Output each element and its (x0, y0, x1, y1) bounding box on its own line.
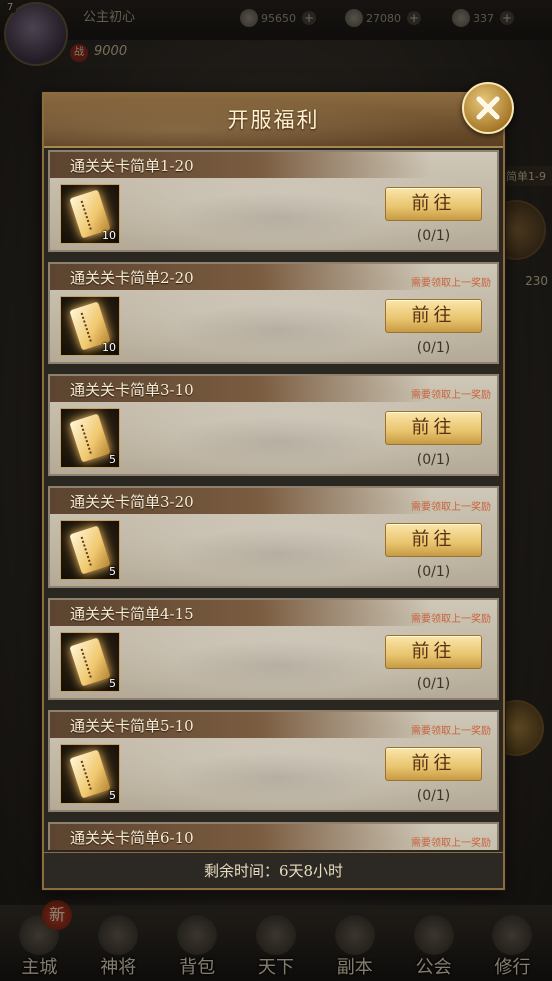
card-note: 需要领取上一奖励 (411, 278, 491, 289)
card-title: 通关关卡简单2-20 (70, 269, 194, 287)
reward-item-slot[interactable]: 10 (60, 184, 120, 244)
card-title-bar: 通关关卡简单3-20 (50, 488, 430, 514)
reward-count: 5 (109, 789, 116, 802)
card-title-bar: 通关关卡简单2-20 (50, 264, 430, 290)
scroll-icon (69, 525, 111, 575)
card-title: 通关关卡简单3-10 (70, 381, 194, 399)
card-note: 需要领取上一奖励 (411, 726, 491, 737)
modal-footer: 剩余时间：6天8小时 (44, 852, 503, 887)
card-title-bar: 通关关卡简单3-10 (50, 376, 430, 402)
progress-text: (0/1) (416, 676, 451, 692)
reward-count: 5 (109, 677, 116, 690)
progress-text: (0/1) (416, 564, 451, 580)
go-button[interactable]: 前往 (385, 299, 482, 333)
progress-text: (0/1) (416, 228, 451, 244)
card-title: 通关关卡简单4-15 (70, 605, 194, 623)
go-button[interactable]: 前往 (385, 411, 482, 445)
scroll-icon (69, 413, 111, 463)
reward-card: 通关关卡简单1-20 10 前往 (0/1) (48, 150, 499, 252)
card-title: 通关关卡简单5-10 (70, 717, 194, 735)
progress-text: (0/1) (416, 340, 451, 356)
reward-count: 5 (109, 565, 116, 578)
remaining-time: 剩余时间：6天8小时 (203, 862, 344, 880)
reward-card: 通关关卡简单5-10 需要领取上一奖励 5 前往 (0/1) (48, 710, 499, 812)
modal-header: 开服福利 (44, 94, 503, 148)
reward-card: 通关关卡简单2-20 需要领取上一奖励 10 前往 (0/1) (48, 262, 499, 364)
card-note: 需要领取上一奖励 (411, 502, 491, 513)
card-title-bar: 通关关卡简单5-10 (50, 712, 430, 738)
reward-count: 5 (109, 453, 116, 466)
card-title-bar: 通关关卡简单1-20 (50, 152, 430, 178)
reward-card: 通关关卡简单3-10 需要领取上一奖励 5 前往 (0/1) (48, 374, 499, 476)
server-welfare-modal: 开服福利 通关关卡简单1-20 10 前往 (0/1) 通关关卡简单2-20 需… (42, 82, 514, 890)
scroll-icon (69, 749, 111, 799)
go-button[interactable]: 前往 (385, 187, 482, 221)
go-button[interactable]: 前往 (385, 523, 482, 557)
card-note: 需要领取上一奖励 (411, 390, 491, 401)
card-note: 需要领取上一奖励 (411, 614, 491, 625)
modal-title: 开服福利 (227, 108, 320, 132)
reward-count: 10 (102, 341, 116, 354)
reward-item-slot[interactable]: 10 (60, 296, 120, 356)
reward-list[interactable]: 通关关卡简单1-20 10 前往 (0/1) 通关关卡简单2-20 需要领取上一… (48, 150, 499, 850)
reward-item-slot[interactable]: 5 (60, 632, 120, 692)
card-title: 通关关卡简单1-20 (70, 157, 194, 175)
go-button[interactable]: 前往 (385, 747, 482, 781)
reward-count: 10 (102, 229, 116, 242)
close-icon (476, 96, 500, 120)
reward-item-slot[interactable]: 5 (60, 408, 120, 468)
progress-text: (0/1) (416, 452, 451, 468)
card-title-bar: 通关关卡简单4-15 (50, 600, 430, 626)
close-button[interactable] (462, 82, 514, 134)
progress-text: (0/1) (416, 788, 451, 804)
scroll-icon (69, 637, 111, 687)
reward-card: 通关关卡简单3-20 需要领取上一奖励 5 前往 (0/1) (48, 486, 499, 588)
card-title: 通关关卡简单3-20 (70, 493, 194, 511)
reward-item-slot[interactable]: 5 (60, 520, 120, 580)
reward-card: 通关关卡简单6-10 需要领取上一奖励 (48, 822, 499, 850)
card-title: 通关关卡简单6-10 (70, 829, 194, 847)
card-title-bar: 通关关卡简单6-10 (50, 824, 430, 850)
go-button[interactable]: 前往 (385, 635, 482, 669)
reward-item-slot[interactable]: 5 (60, 744, 120, 804)
reward-card: 通关关卡简单4-15 需要领取上一奖励 5 前往 (0/1) (48, 598, 499, 700)
card-note: 需要领取上一奖励 (411, 838, 491, 849)
